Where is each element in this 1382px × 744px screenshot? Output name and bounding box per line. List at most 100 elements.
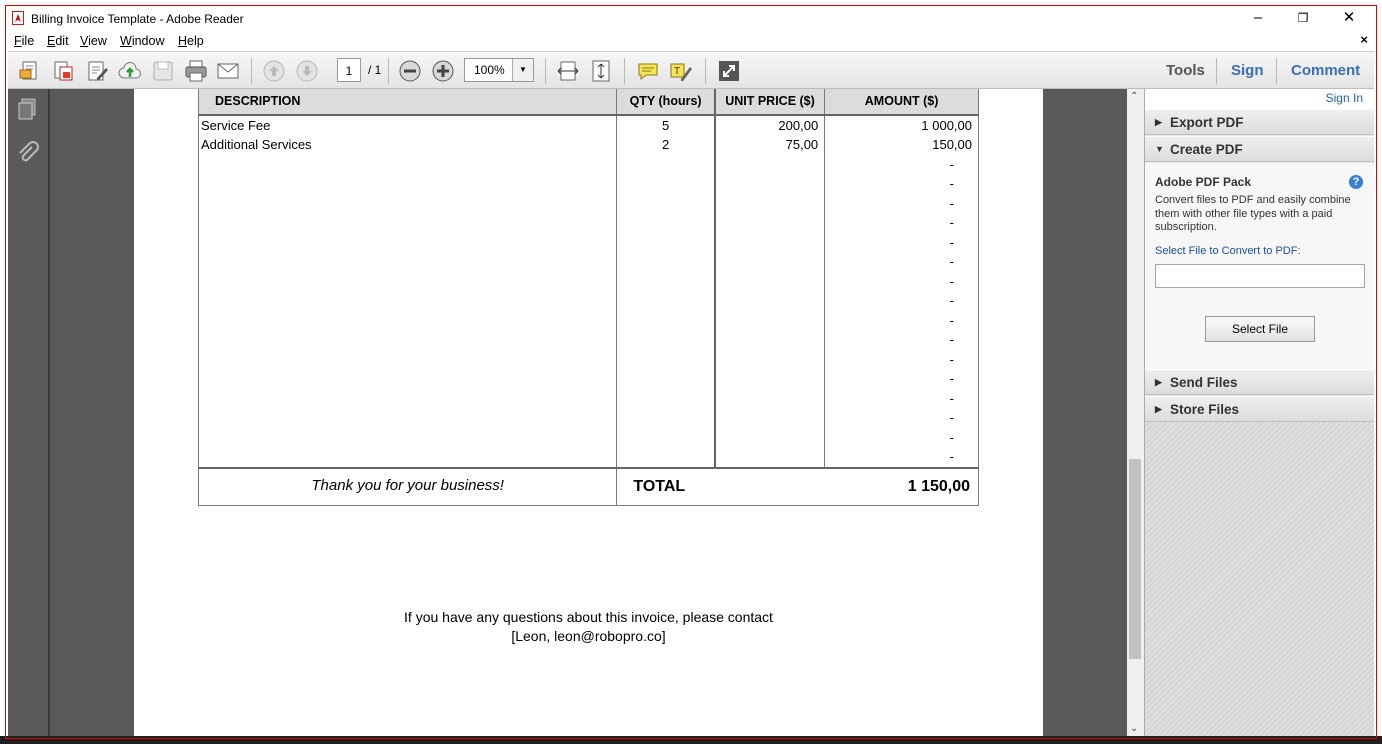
chevron-down-icon[interactable]: ▼ [512, 59, 533, 81]
page-total: / 1 [368, 63, 382, 77]
full-screen-icon[interactable] [717, 59, 741, 83]
scroll-up-icon[interactable]: ⌃ [1130, 91, 1138, 102]
line-item-description: Service Fee [201, 117, 271, 133]
document-view[interactable]: DESCRIPTION QTY (hours) UNIT PRICE ($) A… [50, 89, 1127, 736]
create-pdf-label: Create PDF [1170, 142, 1243, 157]
invoice-total-row: Thank you for your business! TOTAL 1 150… [197, 466, 979, 506]
save-icon[interactable] [151, 59, 175, 83]
minimize-button[interactable]: – [1243, 8, 1273, 28]
restore-button[interactable]: ❐ [1288, 8, 1318, 28]
zoom-out-icon[interactable] [398, 59, 422, 83]
upload-cloud-icon[interactable] [118, 59, 142, 83]
header-description: DESCRIPTION [197, 89, 618, 116]
zoom-in-icon[interactable] [431, 59, 455, 83]
sign-in-link[interactable]: Sign In [1326, 91, 1363, 105]
create-pdf-panel: Adobe PDF Pack ? Convert files to PDF an… [1145, 163, 1374, 369]
tools-pane: Sign In ▶ Export PDF ▼ Create PDF Adobe … [1144, 89, 1374, 736]
line-item-amount: 150,00 [932, 137, 972, 152]
empty-amount-placeholder: - [949, 156, 954, 172]
print-icon[interactable] [184, 59, 208, 83]
sign-in-bar: Sign In [1145, 89, 1374, 109]
description-column: Service Fee Additional Services [197, 114, 618, 468]
menu-window[interactable]: Window [120, 34, 164, 48]
line-item-amount: 1 000,00 [921, 117, 972, 133]
previous-page-icon[interactable] [262, 59, 286, 83]
help-icon[interactable]: ? [1349, 175, 1363, 189]
menu-help[interactable]: Help [178, 34, 204, 48]
highlight-text-icon[interactable]: T [669, 59, 693, 83]
pack-description: Convert files to PDF and easily combine … [1155, 194, 1351, 233]
expand-arrow-icon: ▶ [1155, 377, 1162, 387]
window-title: Billing Invoice Template - Adobe Reader [31, 12, 244, 26]
line-item-qty: 5 [661, 117, 670, 133]
sign-pane-button[interactable]: Sign [1231, 62, 1264, 79]
comment-pane-button[interactable]: Comment [1291, 62, 1360, 79]
fit-width-icon[interactable] [556, 59, 580, 83]
file-path-input[interactable] [1155, 264, 1365, 288]
scrollbar-thumb[interactable] [1129, 459, 1141, 659]
create-pdf-header[interactable]: ▼ Create PDF [1145, 136, 1374, 162]
scroll-down-icon[interactable]: ⌄ [1130, 723, 1138, 734]
attachments-paperclip-icon[interactable] [16, 141, 40, 165]
line-item-qty: 2 [661, 137, 670, 152]
invoice-body-row: Service Fee Additional Services 5 2 200,… [197, 114, 979, 468]
empty-amount-placeholder: - [949, 195, 954, 211]
header-amount: AMOUNT ($) [824, 89, 979, 116]
store-files-header[interactable]: ▶ Store Files [1145, 396, 1374, 422]
total-label: TOTAL [616, 466, 715, 506]
zoom-level-value: 100% [474, 63, 505, 77]
vertical-scrollbar[interactable]: ⌃ ⌄ [1127, 89, 1144, 736]
empty-amount-placeholder: - [949, 390, 954, 406]
close-document-button[interactable]: × [1360, 32, 1368, 47]
thank-you-note: Thank you for your business! [197, 466, 618, 506]
pane-background [1145, 422, 1374, 736]
contact-line-2: [Leon, leon@robopro.co] [511, 628, 666, 644]
empty-amount-placeholder: - [949, 215, 954, 230]
tools-pane-button[interactable]: Tools [1166, 62, 1205, 79]
amount-list: 1 000,00 150,00 - - - - - - - - - - - - - - - - [825, 116, 978, 467]
menu-file[interactable]: File [14, 34, 34, 48]
page-number-input[interactable]: 1 [337, 58, 361, 82]
empty-amount-placeholder: - [949, 234, 954, 250]
toolbar-separator [251, 58, 252, 84]
empty-amount-placeholder: - [949, 293, 954, 308]
navigation-pane [8, 89, 50, 736]
toolbar-separator [705, 58, 706, 84]
invoice-header-row: DESCRIPTION QTY (hours) UNIT PRICE ($) A… [197, 89, 979, 116]
collapse-arrow-icon: ▼ [1155, 144, 1164, 154]
export-pdf-header[interactable]: ▶ Export PDF [1145, 109, 1374, 135]
sticky-note-icon[interactable] [636, 59, 660, 83]
menu-edit[interactable]: Edit [47, 34, 69, 48]
header-qty: QTY (hours) [616, 89, 716, 116]
select-file-button[interactable]: Select File [1205, 316, 1315, 342]
close-button[interactable]: ✕ [1334, 8, 1364, 28]
toolbar-separator [1216, 58, 1217, 84]
contact-note: If you have any questions about this inv… [134, 608, 1043, 646]
pack-title: Adobe PDF Pack [1155, 175, 1252, 189]
send-files-header[interactable]: ▶ Send Files [1145, 369, 1374, 395]
empty-amount-placeholder: - [949, 371, 954, 386]
store-files-label: Store Files [1170, 402, 1240, 417]
email-icon[interactable] [216, 59, 240, 83]
menu-view[interactable]: View [80, 34, 107, 48]
export-pdf-label: Export PDF [1170, 115, 1244, 130]
amount-column: 1 000,00 150,00 - - - - - - - - - - - - - - - - [824, 114, 979, 468]
select-file-label: Select File to Convert to PDF: [1155, 245, 1301, 257]
total-value: 1 150,00 [714, 466, 979, 506]
empty-amount-placeholder: - [949, 273, 954, 289]
fit-page-icon[interactable] [589, 59, 613, 83]
qty-column: 5 2 [616, 114, 716, 468]
combine-files-icon[interactable] [51, 59, 75, 83]
page-thumbnails-icon[interactable] [16, 97, 40, 121]
empty-amount-placeholder: - [949, 312, 954, 328]
empty-amount-placeholder: - [949, 410, 954, 425]
contact-line-1: If you have any questions about this inv… [404, 609, 773, 625]
edit-document-icon[interactable] [85, 59, 109, 83]
next-page-icon[interactable] [295, 59, 319, 83]
toolbar-separator [1276, 58, 1277, 84]
pdf-page: DESCRIPTION QTY (hours) UNIT PRICE ($) A… [134, 89, 1043, 736]
zoom-level-select[interactable]: 100% ▼ [464, 58, 534, 82]
empty-amount-placeholder: - [949, 254, 954, 269]
toolbar-separator [388, 58, 389, 84]
create-pdf-icon[interactable] [18, 59, 42, 83]
